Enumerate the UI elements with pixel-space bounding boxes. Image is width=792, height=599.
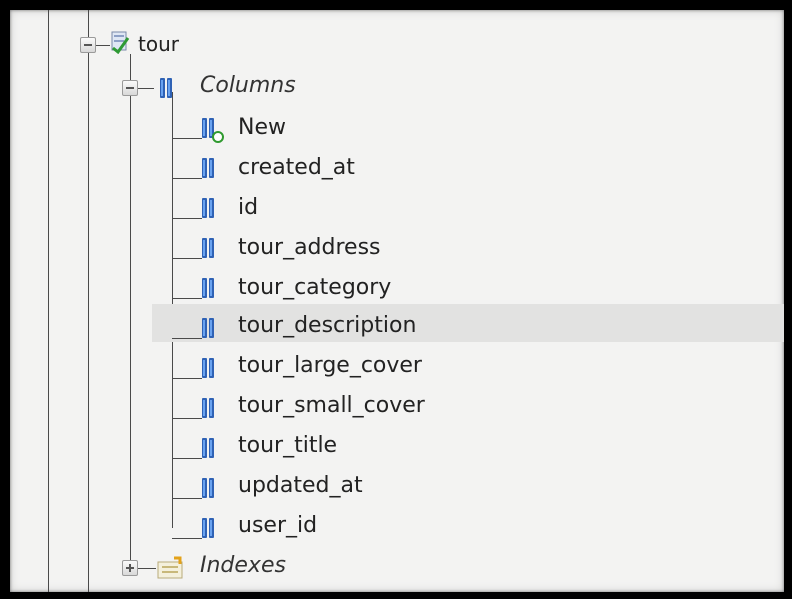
columns-folder-icon <box>160 78 176 98</box>
tree-node-table-tour[interactable]: tour <box>10 26 784 64</box>
column-label: id <box>238 195 259 220</box>
indexes-folder-icon <box>156 556 186 580</box>
column-label: created_at <box>238 155 355 180</box>
column-label: tour_title <box>238 433 338 458</box>
column-icon <box>202 318 218 338</box>
expand-indexes-toggle[interactable] <box>122 560 138 576</box>
column-label: user_id <box>238 513 318 538</box>
column-icon <box>202 438 218 458</box>
column-icon <box>202 478 218 498</box>
column-item[interactable]: tour_category <box>10 268 784 306</box>
collapse-columns-toggle[interactable] <box>122 80 138 96</box>
columns-folder-label: Columns <box>200 73 296 98</box>
tree-node-columns-folder[interactable]: Columns <box>10 68 784 106</box>
column-item[interactable]: id <box>10 188 784 226</box>
column-item[interactable]: tour_title <box>10 428 784 466</box>
column-label: updated_at <box>238 473 363 498</box>
table-name: tour <box>138 32 179 56</box>
tree-node-indexes-folder[interactable]: Indexes <box>10 548 784 586</box>
column-icon <box>202 278 218 298</box>
column-label: tour_small_cover <box>238 393 425 418</box>
column-item[interactable]: created_at <box>10 148 784 186</box>
schema-tree-panel: tour Columns New created_at id tour_addr… <box>10 10 784 592</box>
column-label: tour_description <box>238 313 417 338</box>
table-check-icon <box>110 30 130 55</box>
column-label: tour_category <box>238 275 392 300</box>
indexes-folder-label: Indexes <box>200 553 286 578</box>
column-icon <box>202 398 218 418</box>
column-label: tour_large_cover <box>238 353 422 378</box>
column-icon <box>202 358 218 378</box>
new-column-icon <box>202 118 224 143</box>
column-icon <box>202 238 218 258</box>
collapse-table-toggle[interactable] <box>80 37 96 53</box>
column-icon <box>202 518 218 538</box>
column-item[interactable]: user_id <box>10 508 784 546</box>
column-label: tour_address <box>238 235 381 260</box>
column-icon <box>202 158 218 178</box>
column-item[interactable]: tour_large_cover <box>10 348 784 386</box>
column-item-selected[interactable]: tour_description <box>10 308 784 346</box>
column-item[interactable]: New <box>10 108 784 146</box>
column-item[interactable]: tour_small_cover <box>10 388 784 426</box>
column-icon <box>202 198 218 218</box>
column-item[interactable]: updated_at <box>10 468 784 506</box>
column-item[interactable]: tour_address <box>10 228 784 266</box>
column-label: New <box>238 115 286 140</box>
